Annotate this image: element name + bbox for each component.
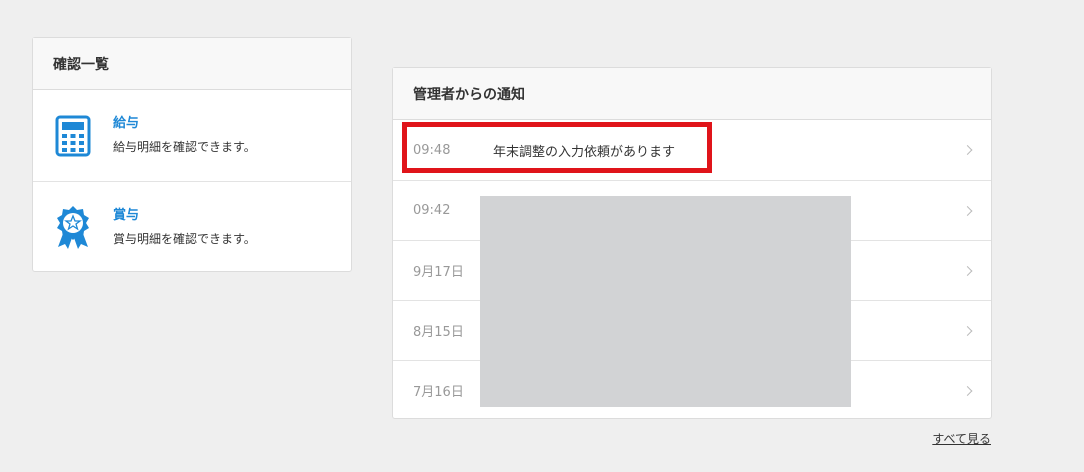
notice-text: 年末調整の入力依頼があります [493, 144, 676, 160]
admin-notice-title: 管理者からの通知 [393, 68, 991, 120]
bonus-description: 賞与明細を確認できます。 [113, 231, 256, 246]
award-ribbon-icon [53, 205, 93, 249]
notice-row[interactable]: 09:48 年末調整の入力依頼があります [393, 120, 991, 180]
chevron-right-icon [962, 385, 973, 396]
chevron-right-icon [962, 325, 973, 336]
confirm-list-card: 確認一覧 給与 給与明細を確認できます。 賞与 賞与明細を確認できます。 [32, 37, 352, 272]
salary-description: 給与明細を確認できます。 [113, 140, 256, 154]
confirm-list-title: 確認一覧 [33, 38, 351, 90]
chevron-right-icon [962, 265, 973, 276]
chevron-right-icon [962, 145, 973, 155]
see-all-link[interactable]: すべて見る [932, 430, 991, 447]
confirm-item-salary[interactable]: 給与 給与明細を確認できます。 [33, 90, 351, 181]
chevron-right-icon [962, 205, 973, 216]
salary-link[interactable]: 給与 [113, 112, 256, 131]
calculator-icon [53, 114, 93, 158]
redaction-block [480, 196, 851, 407]
confirm-item-bonus[interactable]: 賞与 賞与明細を確認できます。 [33, 181, 351, 272]
bonus-link[interactable]: 賞与 [113, 204, 256, 223]
notice-date: 09:48 [413, 142, 451, 158]
